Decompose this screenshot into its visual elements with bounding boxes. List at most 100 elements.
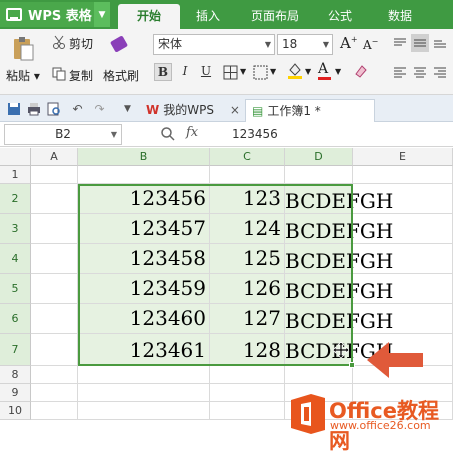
cell-d8[interactable] <box>285 366 353 384</box>
cell-a10[interactable] <box>31 402 78 420</box>
cell-c9[interactable] <box>210 384 285 402</box>
cell-b3[interactable]: 123457 <box>78 214 210 244</box>
merge-cells-icon[interactable] <box>252 64 268 80</box>
cell-b6[interactable]: 123460 <box>78 304 210 334</box>
save-icon[interactable] <box>6 101 21 116</box>
doc-tab-workbook1[interactable]: ▤ 工作簿1 * <box>245 99 375 122</box>
cell-c5[interactable]: 126 <box>210 274 285 304</box>
clear-format-icon[interactable] <box>353 63 369 79</box>
paste-button[interactable]: 粘贴 ▾ <box>6 67 40 84</box>
cell-c4[interactable]: 125 <box>210 244 285 274</box>
cell-a4[interactable] <box>31 244 78 274</box>
row-header-8[interactable]: 8 <box>0 366 31 384</box>
zoom-search-icon[interactable] <box>160 126 176 145</box>
cell-c1[interactable] <box>210 166 285 184</box>
italic-button[interactable]: I <box>176 63 194 81</box>
cell-e1[interactable] <box>353 166 453 184</box>
align-top-icon[interactable] <box>392 36 408 50</box>
chevron-down-icon[interactable]: ▼ <box>270 67 276 76</box>
underline-button[interactable]: U <box>197 63 215 81</box>
cell-a1[interactable] <box>31 166 78 184</box>
cell-a2[interactable] <box>31 184 78 214</box>
cell-b2[interactable]: 123456 <box>78 184 210 214</box>
quick-access-bar: ↶ ↷ ▼ W 我的WPS × ▤ 工作簿1 * <box>0 95 453 122</box>
cut-button[interactable]: 剪切 <box>69 35 93 52</box>
font-size-select[interactable]: 18 ▼ <box>277 34 333 55</box>
font-name-select[interactable]: 宋体 ▼ <box>153 34 275 55</box>
tab-data[interactable]: 数据 <box>374 4 426 29</box>
row-header-5[interactable]: 5 <box>0 274 31 304</box>
cell-a3[interactable] <box>31 214 78 244</box>
name-box[interactable]: B2 ▼ <box>4 124 122 145</box>
cell-a5[interactable] <box>31 274 78 304</box>
align-center-icon[interactable] <box>412 65 428 79</box>
shrink-font-button[interactable]: A− <box>363 37 378 52</box>
select-all-corner[interactable] <box>0 148 31 166</box>
cell-a7[interactable] <box>31 334 78 366</box>
chevron-down-icon[interactable]: ▼ <box>120 101 135 116</box>
row-header-9[interactable]: 9 <box>0 384 31 402</box>
cell-b10[interactable] <box>78 402 210 420</box>
chevron-down-icon[interactable]: ▼ <box>335 67 341 76</box>
column-header-c[interactable]: C <box>210 148 285 166</box>
cell-b9[interactable] <box>78 384 210 402</box>
row-header-7[interactable]: 7 <box>0 334 31 366</box>
chevron-down-icon[interactable]: ▼ <box>305 67 311 76</box>
cell-b5[interactable]: 123459 <box>78 274 210 304</box>
redo-icon[interactable]: ↷ <box>92 101 107 116</box>
chevron-down-icon[interactable]: ▼ <box>111 125 117 144</box>
cell-b4[interactable]: 123458 <box>78 244 210 274</box>
insert-function-button[interactable]: fx <box>186 125 198 140</box>
tab-home[interactable]: 开始 <box>118 4 180 29</box>
cell-d1[interactable] <box>285 166 353 184</box>
eraser-icon[interactable] <box>108 33 134 59</box>
grow-font-button[interactable]: A+ <box>340 34 358 52</box>
column-header-b[interactable]: B <box>78 148 210 166</box>
font-color-button[interactable]: A <box>318 61 331 80</box>
tab-insert[interactable]: 插入 <box>182 4 234 29</box>
borders-icon[interactable] <box>222 64 238 80</box>
align-left-icon[interactable] <box>392 65 408 79</box>
row-header-10[interactable]: 10 <box>0 402 31 420</box>
cell-a6[interactable] <box>31 304 78 334</box>
chevron-down-icon[interactable]: ▼ <box>240 67 246 76</box>
fill-color-icon[interactable] <box>287 62 303 80</box>
cell-b8[interactable] <box>78 366 210 384</box>
cell-c10[interactable] <box>210 402 285 420</box>
cell-c3[interactable]: 124 <box>210 214 285 244</box>
column-header-d[interactable]: D <box>285 148 353 166</box>
undo-icon[interactable]: ↶ <box>70 101 85 116</box>
bold-button[interactable]: B <box>154 63 172 81</box>
cell-a9[interactable] <box>31 384 78 402</box>
doc-tab-my-wps[interactable]: W 我的WPS × <box>140 99 240 122</box>
row-header-3[interactable]: 3 <box>0 214 31 244</box>
row-header-4[interactable]: 4 <box>0 244 31 274</box>
cell-c2[interactable]: 123 <box>210 184 285 214</box>
align-right-icon[interactable] <box>432 65 448 79</box>
cell-b1[interactable] <box>78 166 210 184</box>
row-header-1[interactable]: 1 <box>0 166 31 184</box>
align-bottom-icon[interactable] <box>432 36 448 50</box>
print-icon[interactable] <box>26 101 41 116</box>
tab-page-layout[interactable]: 页面布局 <box>240 4 310 29</box>
cell-a8[interactable] <box>31 366 78 384</box>
cell-c7[interactable]: 128 <box>210 334 285 366</box>
paste-icon[interactable] <box>10 35 36 63</box>
formula-input[interactable]: 123456 <box>232 127 278 141</box>
column-header-e[interactable]: E <box>353 148 453 166</box>
cell-b7[interactable]: 123461 <box>78 334 210 366</box>
cell-c6[interactable]: 127 <box>210 304 285 334</box>
row-header-2[interactable]: 2 <box>0 184 31 214</box>
app-menu-button[interactable]: WPS 表格 ▼ <box>0 2 110 27</box>
tab-formulas[interactable]: 公式 <box>314 4 366 29</box>
chevron-down-icon[interactable]: ▼ <box>94 2 110 27</box>
column-header-a[interactable]: A <box>31 148 78 166</box>
row-header-6[interactable]: 6 <box>0 304 31 334</box>
fill-handle[interactable] <box>349 362 355 368</box>
cell-c8[interactable] <box>210 366 285 384</box>
copy-button[interactable]: 复制 <box>69 67 93 84</box>
print-preview-icon[interactable] <box>46 101 61 116</box>
format-painter-button[interactable]: 格式刷 <box>103 67 139 84</box>
align-middle-icon[interactable] <box>411 34 429 52</box>
close-icon[interactable]: × <box>230 103 240 117</box>
